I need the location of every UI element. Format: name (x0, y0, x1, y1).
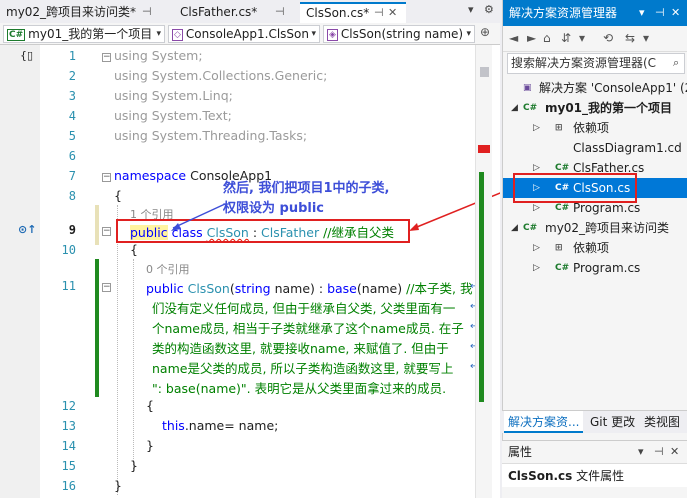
tab-label: ClsSon.cs* (306, 6, 370, 20)
solution-explorer-title: 解决方案资源管理器 ▾ ⊣ ✕ (503, 0, 687, 26)
chevron-down-icon[interactable]: ◢ (511, 98, 518, 118)
chevron-right-icon[interactable]: ▷ (533, 238, 540, 258)
class-icon: ◇ (172, 29, 183, 41)
solution-search-input[interactable]: 搜索解决方案资源管理器(C (507, 53, 685, 74)
switch-view-icon[interactable]: ⇵ (561, 31, 571, 45)
tree-item-program[interactable]: ▷ C# Program.cs (503, 258, 687, 278)
tree-item-classdiagram[interactable]: ClassDiagram1.cd (503, 138, 687, 158)
panel-tab-bar: 解决方案资... Git 更改 类视图 (502, 410, 687, 433)
dropdown-icon[interactable]: ▾ (638, 441, 644, 463)
member-dropdown-value: ClsSon(string name) (340, 27, 464, 41)
tab-git-changes[interactable]: Git 更改 (586, 411, 639, 433)
arrow-head (409, 223, 419, 231)
project-dropdown-value: my01_我的第一个项目 (28, 27, 153, 41)
tab-clsson[interactable]: ClsSon.cs* ⊣ ✕ (300, 2, 406, 23)
vertical-scrollbar[interactable] (475, 45, 492, 498)
history-icon[interactable]: ⟲ (603, 31, 613, 45)
csharp-file-icon: C# (555, 263, 570, 273)
tree-item-label: ClassDiagram1.cd (573, 141, 682, 155)
annotation-arrows (171, 192, 500, 231)
tab-clsfather[interactable]: ClsFather.cs* ⊣ (174, 2, 292, 23)
pin-icon[interactable]: ⊣ (142, 2, 152, 22)
close-icon[interactable]: ✕ (670, 441, 679, 463)
class-dropdown[interactable]: ◇ ConsoleApp1.ClsSon ▾ (168, 25, 320, 43)
tree-item-project-my01[interactable]: ◢ C# my01_我的第一个项目 (503, 98, 687, 118)
tree-item-solution[interactable]: ▣ 解决方案 'ConsoleApp1' (2 (503, 78, 687, 98)
tree-item-label: my01_我的第一个项目 (545, 101, 673, 115)
editor-tab-bar: my02_跨项目来访问类* ⊣ ClsFather.cs* ⊣ ClsSon.c… (0, 0, 500, 23)
home-icon[interactable]: ⌂ (543, 31, 551, 45)
search-placeholder: 搜索解决方案资源管理器(C (511, 56, 657, 70)
dependencies-icon: ⊞ (555, 123, 563, 133)
member-dropdown[interactable]: ◈ ClsSon(string name) ▾ (323, 25, 475, 43)
dependencies-icon: ⊞ (555, 243, 563, 253)
tree-item-dependencies[interactable]: ▷ ⊞ 依赖项 (503, 118, 687, 138)
pin-icon[interactable]: ⊣ (374, 4, 384, 22)
scrollbar-thumb[interactable] (480, 67, 489, 77)
dropdown-icon: ▾ (311, 29, 316, 39)
tab-class-view[interactable]: 类视图 (640, 411, 684, 433)
dropdown-icon: ▾ (156, 29, 161, 39)
properties-title: 属性 ▾ ⊣ ✕ (502, 441, 687, 463)
project-icon: C# (523, 103, 538, 113)
forward-icon[interactable]: ► (527, 31, 536, 45)
solution-explorer-toolbar: ◄ ► ⌂ ⇵ ▾ ⟲ ⇆ ▾ (503, 26, 687, 52)
pin-icon[interactable]: ⊣ (655, 0, 665, 26)
tree-item-label: 解决方案 'ConsoleApp1' (2 (539, 81, 687, 95)
properties-panel: 属性 ▾ ⊣ ✕ ClsSon.cs 文件属性 (502, 440, 687, 498)
tree-item-dependencies[interactable]: ▷ ⊞ 依赖项 (503, 238, 687, 258)
navigation-bar: C# my01_我的第一个项目 ▾ ◇ ConsoleApp1.ClsSon ▾ ◈… (0, 23, 500, 45)
panel-title: 解决方案资源管理器 (509, 6, 618, 20)
back-icon[interactable]: ◄ (509, 31, 518, 45)
close-icon[interactable]: ✕ (388, 4, 397, 22)
search-icon[interactable]: ⌕ (673, 56, 679, 70)
split-editor-icon[interactable]: ⊕ (480, 25, 490, 39)
tree-item-label: 依赖项 (573, 121, 610, 135)
code-editor[interactable]: {▯ ⊙↑ 1 2 3 4 5 6 7 8 9 10 11 12 13 14 1… (0, 45, 500, 498)
dropdown-icon[interactable]: ▾ (639, 0, 645, 26)
change-marker (479, 172, 484, 402)
tree-item-project-my02[interactable]: ◢ C# my02_跨项目来访问类 (503, 218, 687, 238)
dropdown-icon[interactable]: ▾ (643, 31, 649, 45)
sync-icon[interactable]: ⇆ (625, 31, 635, 45)
class-dropdown-value: ConsoleApp1.ClsSon (185, 27, 309, 41)
project-icon: C# (523, 223, 538, 233)
close-icon[interactable]: ✕ (671, 0, 680, 26)
settings-icon[interactable]: ⚙ (484, 3, 494, 16)
tab-label: ClsFather.cs* (180, 5, 258, 19)
tree-item-label: my02_跨项目来访问类 (545, 221, 670, 235)
object-name: ClsSon.cs (508, 469, 573, 483)
tab-label: my02_跨项目来访问类* (6, 5, 137, 19)
highlight-box (513, 173, 637, 203)
tab-my02[interactable]: my02_跨项目来访问类* ⊣ (0, 2, 158, 23)
chevron-down-icon[interactable]: ◢ (511, 218, 518, 238)
properties-object-selector[interactable]: ClsSon.cs 文件属性 (502, 463, 687, 487)
pin-icon[interactable]: ⊣ (654, 441, 664, 463)
solution-icon: ▣ (523, 83, 532, 93)
project-dropdown[interactable]: C# my01_我的第一个项目 ▾ (3, 25, 165, 43)
arrow-line (172, 203, 226, 229)
pin-icon[interactable]: ⊣ (275, 2, 285, 22)
dropdown-icon[interactable]: ▾ (579, 31, 585, 45)
chevron-right-icon[interactable]: ▷ (533, 118, 540, 138)
object-type: 文件属性 (576, 469, 625, 483)
csharp-project-icon: C# (7, 29, 26, 41)
chevron-right-icon[interactable]: ▷ (533, 258, 540, 278)
error-marker (478, 145, 490, 153)
method-icon: ◈ (327, 29, 338, 41)
tree-item-label: 依赖项 (573, 241, 610, 255)
dropdown-icon: ▾ (466, 29, 471, 39)
panel-title: 属性 (508, 445, 533, 459)
tab-solution-explorer[interactable]: 解决方案资... (504, 411, 584, 433)
tree-item-label: Program.cs (573, 261, 641, 275)
tab-list-dropdown-icon[interactable]: ▾ (468, 3, 474, 16)
